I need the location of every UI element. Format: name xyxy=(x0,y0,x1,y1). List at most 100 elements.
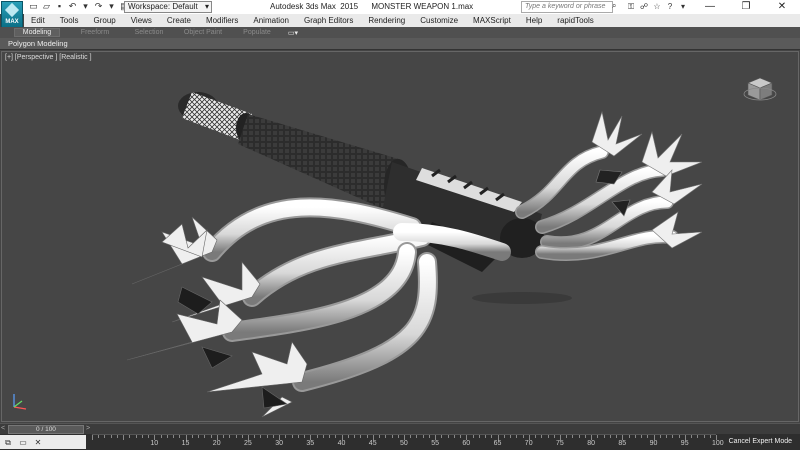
favorites-icon[interactable]: ☆ xyxy=(652,1,662,13)
tab-object-paint[interactable]: Object Paint xyxy=(176,29,230,36)
ruler-label: 35 xyxy=(306,440,315,447)
save-icon[interactable]: ▪ xyxy=(54,1,65,12)
ruler-tick xyxy=(347,435,349,438)
menu-maxscript[interactable]: MAXScript xyxy=(466,16,519,25)
ruler-tick xyxy=(416,435,418,438)
ruler-tick xyxy=(578,435,580,438)
ruler-tick xyxy=(428,435,430,438)
ruler-tick xyxy=(316,435,318,438)
ruler-tick xyxy=(572,435,574,438)
undo-dropdown-icon[interactable]: ▾ xyxy=(80,1,91,12)
menu-rapidtools[interactable]: rapidTools xyxy=(550,16,601,25)
ruler-tick xyxy=(223,435,225,438)
ruler-tick xyxy=(116,435,118,438)
subscription-icon[interactable]: ⚿ xyxy=(626,1,636,13)
perspective-viewport[interactable]: [+] [Perspective ] [Realistic ] xyxy=(1,51,799,422)
ruler-label: 20 xyxy=(212,440,221,447)
cancel-expert-mode-button[interactable]: Cancel Expert Mode xyxy=(729,434,792,450)
ruler-label: 25 xyxy=(244,440,252,447)
ruler-tick xyxy=(441,435,443,438)
ruler-tick xyxy=(547,435,549,438)
communication-center-icon[interactable]: ☍ xyxy=(639,1,649,13)
track-bar: ⧉ ▭ ✕ 10 15 20 25 30 35 40 45 50 55 60 65 70 75 80 85 90… xyxy=(0,434,800,450)
menu-help[interactable]: Help xyxy=(519,16,550,25)
workspace-toggle-icon[interactable]: ⧉ xyxy=(2,437,14,448)
ruler-tick xyxy=(666,435,668,438)
menu-group[interactable]: Group xyxy=(86,16,123,25)
ruler-tick xyxy=(697,435,699,438)
ruler-tick xyxy=(391,435,393,438)
menu-modifiers[interactable]: Modifiers xyxy=(199,16,246,25)
menu-views[interactable]: Views xyxy=(124,16,160,25)
new-file-icon[interactable]: ▭ xyxy=(28,1,39,12)
restore-icon[interactable]: ❐ xyxy=(728,0,764,14)
ruler-tick xyxy=(422,435,424,438)
ruler-label: 30 xyxy=(275,440,283,447)
search-icon[interactable]: ⌕ xyxy=(612,1,622,13)
window-title: Autodesk 3ds Max 2015 MONSTER WEAPON 1.m… xyxy=(270,2,474,11)
menu-customize[interactable]: Customize xyxy=(413,16,466,25)
ruler-tick xyxy=(198,435,200,438)
ruler-tick xyxy=(191,435,193,438)
ruler-tick xyxy=(335,435,337,438)
ruler-tick xyxy=(634,435,636,438)
ribbon-tabs: Modeling Freeform Selection Object Paint… xyxy=(0,27,800,38)
redo-icon[interactable]: ↷ xyxy=(93,1,104,12)
curve-editor-icon[interactable]: ▭ xyxy=(17,437,29,448)
ruler-tick xyxy=(129,435,131,438)
help-dropdown-icon[interactable]: ▾ xyxy=(678,1,688,13)
ruler-label: 65 xyxy=(493,440,502,447)
ruler-tick xyxy=(272,435,274,438)
polygon-modeling-panel[interactable]: Polygon Modeling xyxy=(8,39,68,48)
app-logo-text: MAX xyxy=(5,19,19,25)
ruler-label: 45 xyxy=(368,440,377,447)
ruler-tick xyxy=(241,435,243,438)
ruler-label: 10 xyxy=(150,440,159,447)
undo-icon[interactable]: ↶ xyxy=(67,1,78,12)
open-file-icon[interactable]: ▱ xyxy=(41,1,52,12)
ruler-tick xyxy=(173,435,175,438)
workspace-dropdown[interactable]: Workspace: Default ▾ xyxy=(124,1,212,13)
mini-listener: ⧉ ▭ ✕ xyxy=(0,435,86,449)
ruler-tick xyxy=(98,435,100,438)
viewcube[interactable] xyxy=(742,74,778,104)
tab-freeform[interactable]: Freeform xyxy=(68,29,122,36)
menu-animation[interactable]: Animation xyxy=(246,16,297,25)
ruler-tick xyxy=(659,435,661,438)
menu-create[interactable]: Create xyxy=(160,16,199,25)
time-next-arrow[interactable]: > xyxy=(86,425,90,432)
ruler-tick xyxy=(229,435,231,438)
ruler-tick xyxy=(123,435,125,440)
ruler-tick xyxy=(491,435,493,438)
menu-edit[interactable]: Edit xyxy=(24,16,53,25)
time-slider[interactable]: 0 / 100 xyxy=(8,425,84,434)
menu-rendering[interactable]: Rendering xyxy=(361,16,413,25)
app-menu-button[interactable]: MAX xyxy=(1,1,23,28)
tab-selection[interactable]: Selection xyxy=(122,29,176,36)
redo-dropdown-icon[interactable]: ▾ xyxy=(106,1,117,12)
close-icon[interactable]: ✕ xyxy=(32,437,44,448)
ruler-tick xyxy=(92,435,93,440)
ruler-tick xyxy=(204,435,206,438)
quick-access-toolbar: ▭ ▱ ▪ ↶ ▾ ↷ ▾ ▤ xyxy=(28,1,130,13)
close-icon[interactable]: ✕ xyxy=(764,0,800,14)
monster-weapon-model xyxy=(126,92,703,418)
ribbon-panel: Polygon Modeling xyxy=(0,38,800,50)
frame-ruler[interactable]: 10 15 20 25 30 35 40 45 50 55 60 65 70 75 80 85 90 95 100 xyxy=(92,434,724,450)
ruler-tick xyxy=(609,435,611,438)
help-icon[interactable]: ? xyxy=(665,1,675,13)
search-input[interactable]: Type a keyword or phrase xyxy=(521,1,613,13)
menu-tools[interactable]: Tools xyxy=(53,16,87,25)
tab-modeling[interactable]: Modeling xyxy=(14,28,60,37)
menu-graph-editors[interactable]: Graph Editors xyxy=(297,16,361,25)
tab-populate[interactable]: Populate xyxy=(230,29,284,36)
ruler-label: 80 xyxy=(587,440,595,447)
ruler-tick xyxy=(553,435,555,438)
ruler-label: 15 xyxy=(181,440,190,447)
time-prev-arrow[interactable]: < xyxy=(1,425,5,432)
minimize-icon[interactable]: — xyxy=(692,0,728,14)
ruler-tick xyxy=(104,435,106,438)
ruler-tick xyxy=(291,435,293,438)
axis-tripod xyxy=(13,394,27,410)
ribbon-options-icon[interactable]: ▭▾ xyxy=(284,29,302,37)
